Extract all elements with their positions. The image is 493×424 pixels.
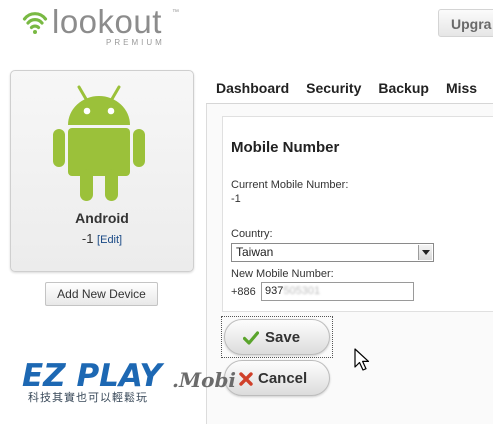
new-number-input[interactable]: 937505301 bbox=[261, 282, 414, 301]
logo-premium-label: PREMIUM bbox=[106, 38, 165, 47]
watermark-brand-suffix: .Mobi bbox=[172, 368, 236, 392]
lookout-logo[interactable]: lookout ™ PREMIUM bbox=[22, 3, 192, 50]
cancel-label: Cancel bbox=[258, 370, 308, 387]
save-label: Save bbox=[265, 329, 301, 346]
edit-device-link[interactable]: [Edit] bbox=[97, 234, 122, 246]
country-selected-value: Taiwan bbox=[236, 245, 274, 259]
watermark-tagline: 科技其實也可以輕鬆玩 bbox=[28, 392, 148, 404]
upgrade-button[interactable]: Upgra bbox=[438, 9, 493, 37]
device-number: -1 bbox=[81, 231, 94, 246]
tab-dashboard[interactable]: Dashboard bbox=[216, 80, 289, 96]
logo-trademark: ™ bbox=[172, 9, 179, 16]
ezplay-watermark: EZ PLAY .Mobi bbox=[22, 358, 236, 394]
chevron-down-icon[interactable] bbox=[418, 245, 432, 260]
phone-blurred-digits: 505301 bbox=[283, 285, 321, 297]
panel-title: Mobile Number bbox=[231, 139, 340, 156]
add-new-device-button[interactable]: Add New Device bbox=[45, 282, 158, 306]
country-select[interactable]: Taiwan bbox=[231, 243, 434, 262]
lookout-shield-icon bbox=[22, 12, 48, 34]
current-number-label: Current Mobile Number: bbox=[231, 179, 349, 191]
tab-backup[interactable]: Backup bbox=[378, 80, 429, 96]
current-number-value: -1 bbox=[231, 193, 241, 205]
device-card[interactable]: Android -1 [Edit] bbox=[10, 70, 194, 272]
tab-security[interactable]: Security bbox=[306, 80, 361, 96]
device-number-line: -1 [Edit] bbox=[11, 231, 193, 246]
logo-wordmark: lookout bbox=[52, 3, 162, 40]
tab-missing[interactable]: Miss bbox=[446, 80, 477, 96]
phone-visible-digits: 937 bbox=[265, 285, 284, 297]
android-robot-icon bbox=[53, 85, 145, 201]
country-label: Country: bbox=[231, 228, 273, 240]
new-number-label: New Mobile Number: bbox=[231, 268, 334, 280]
mouse-cursor-icon bbox=[354, 348, 370, 371]
check-icon bbox=[243, 331, 259, 345]
main-nav: Dashboard Security Backup Miss bbox=[216, 80, 493, 98]
country-code-prefix: +886 bbox=[231, 286, 256, 298]
device-name: Android bbox=[75, 210, 129, 226]
save-button[interactable]: Save bbox=[224, 319, 330, 355]
